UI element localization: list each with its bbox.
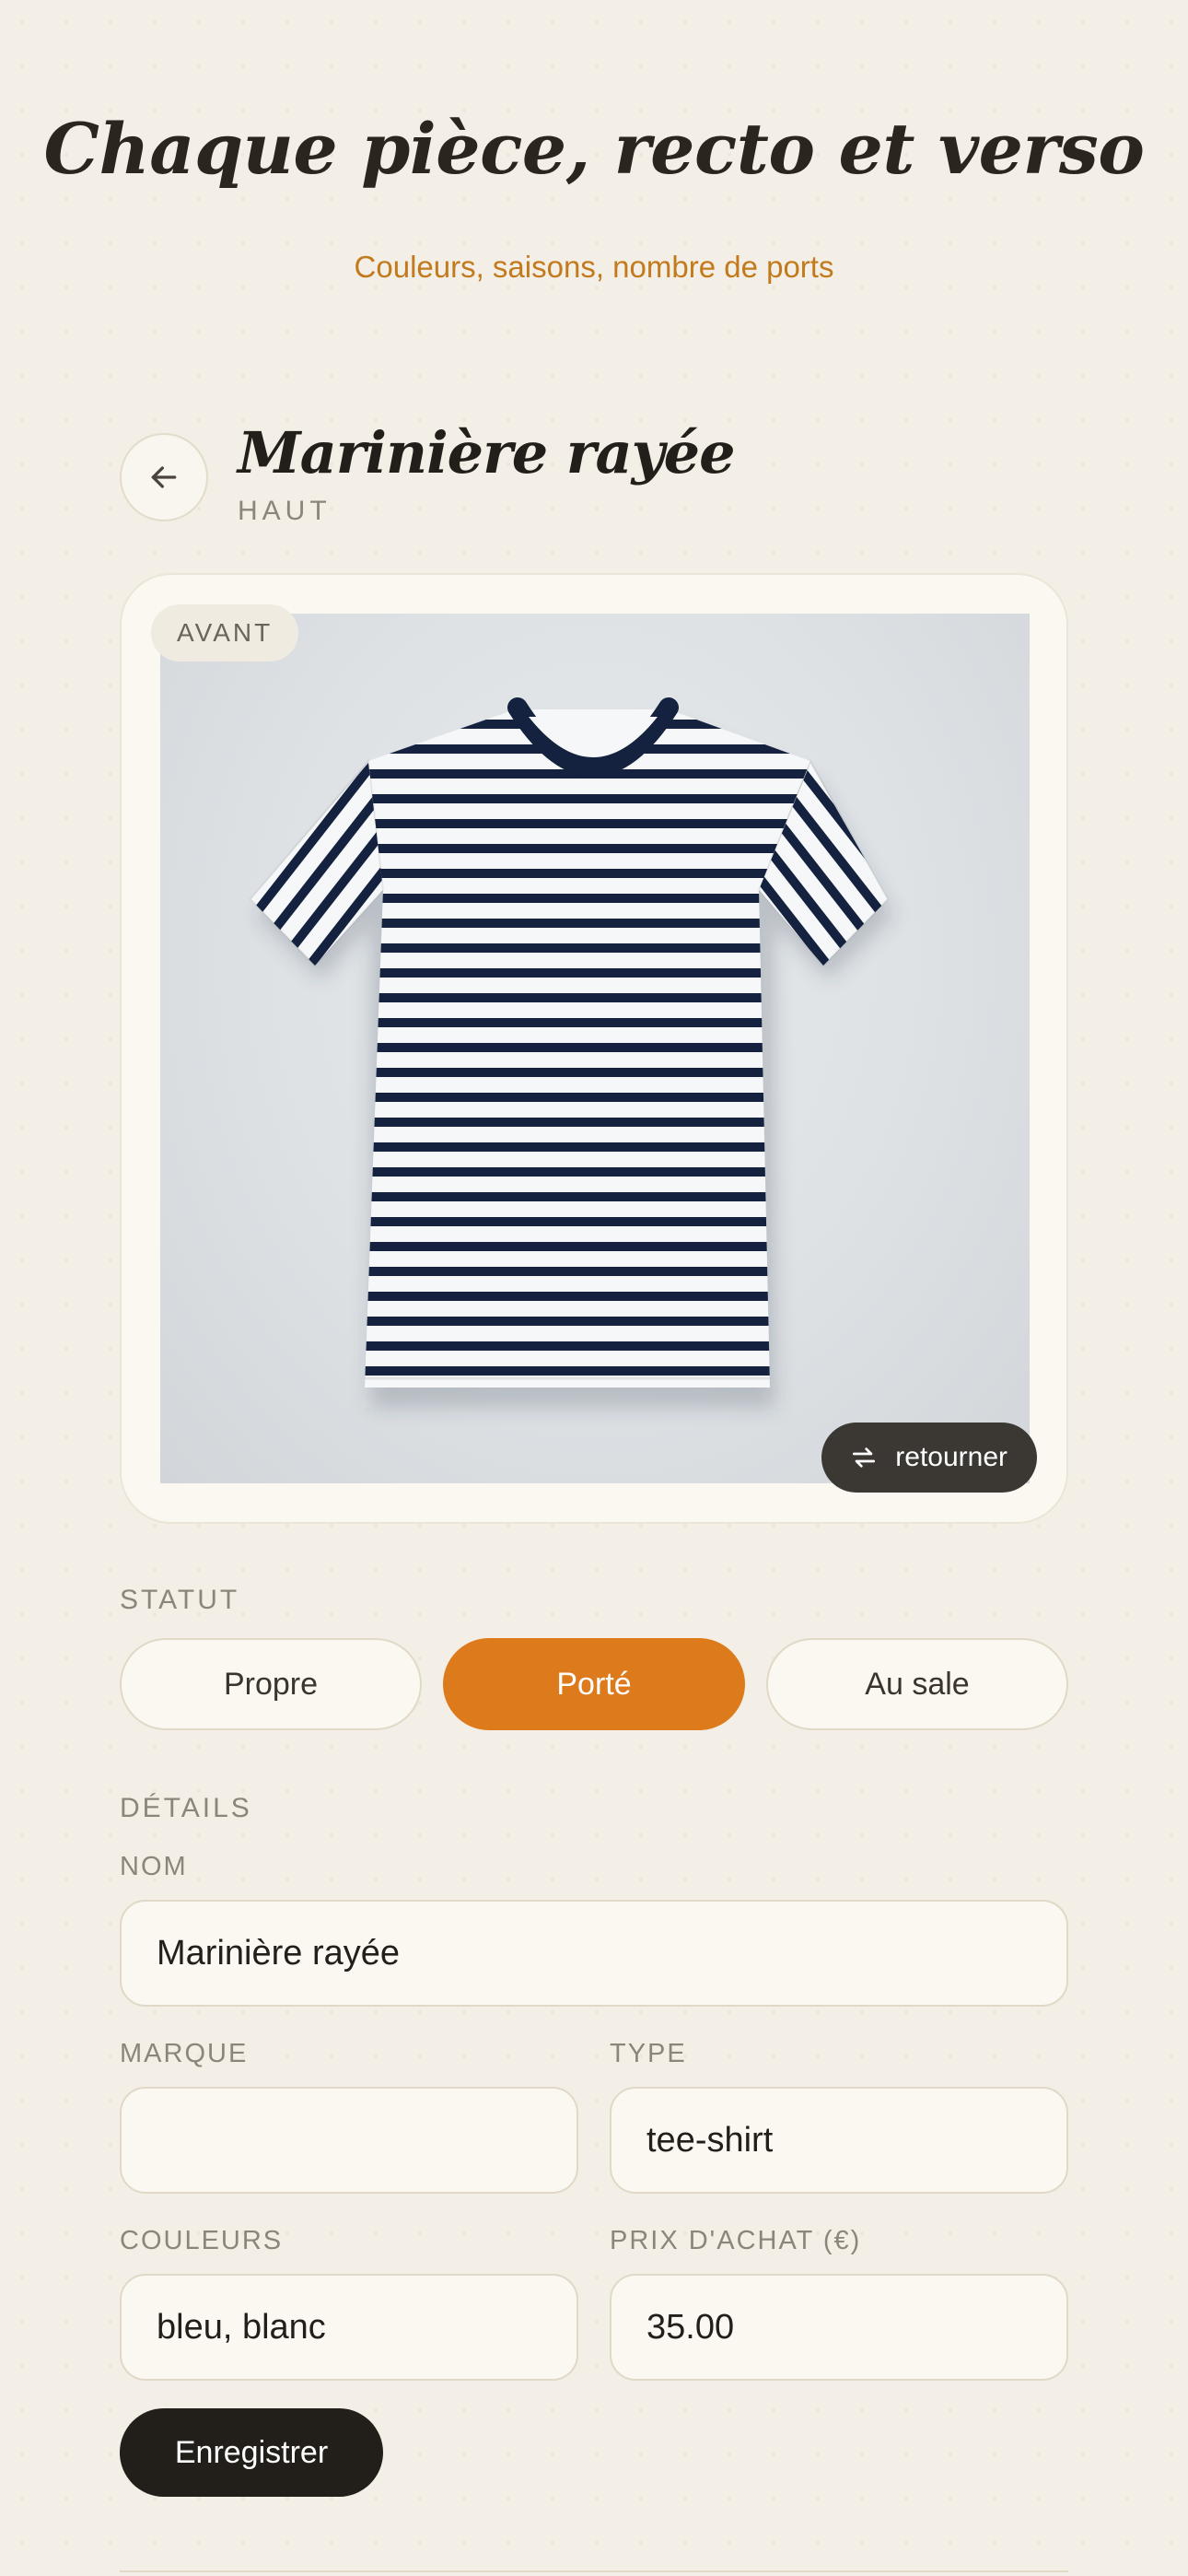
details-section-label: DÉTAILS — [120, 1793, 252, 1823]
divider — [120, 2570, 1068, 2572]
page-title: Chaque pièce, recto et verso — [43, 108, 1146, 190]
side-badge: AVANT — [151, 604, 299, 662]
garment-photo — [160, 614, 1030, 1483]
tshirt-illustration — [249, 697, 893, 1408]
brand-field[interactable] — [120, 2087, 578, 2194]
arrow-left-icon — [151, 466, 177, 488]
back-button[interactable] — [120, 433, 208, 521]
item-title: Marinière rayée — [238, 419, 736, 486]
colors-field[interactable]: bleu, blanc — [120, 2274, 578, 2381]
price-label: PRIX D'ACHAT (€) — [610, 2226, 862, 2255]
type-label: TYPE — [610, 2039, 687, 2068]
flip-button[interactable]: retourner — [821, 1423, 1037, 1493]
status-option-porte[interactable]: Porté — [443, 1638, 745, 1730]
colors-label: COULEURS — [120, 2226, 284, 2255]
type-field[interactable]: tee-shirt — [610, 2087, 1068, 2194]
status-selector: Propre Porté Au sale — [120, 1638, 1068, 1730]
status-option-au-sale[interactable]: Au sale — [766, 1638, 1068, 1730]
item-photo-card: AVANT retourner — [120, 573, 1068, 1524]
name-label: NOM — [120, 1852, 188, 1881]
flip-button-label: retourner — [895, 1442, 1007, 1472]
price-field[interactable]: 35.00 — [610, 2274, 1068, 2381]
brand-label: MARQUE — [120, 2039, 249, 2068]
swap-icon — [853, 1447, 876, 1468]
status-section-label: STATUT — [120, 1585, 240, 1615]
save-button[interactable]: Enregistrer — [120, 2408, 383, 2497]
page-subtitle: Couleurs, saisons, nombre de ports — [354, 250, 834, 284]
name-field[interactable]: Marinière rayée — [120, 1900, 1068, 2007]
item-category: HAUT — [238, 496, 332, 526]
status-option-propre[interactable]: Propre — [120, 1638, 422, 1730]
